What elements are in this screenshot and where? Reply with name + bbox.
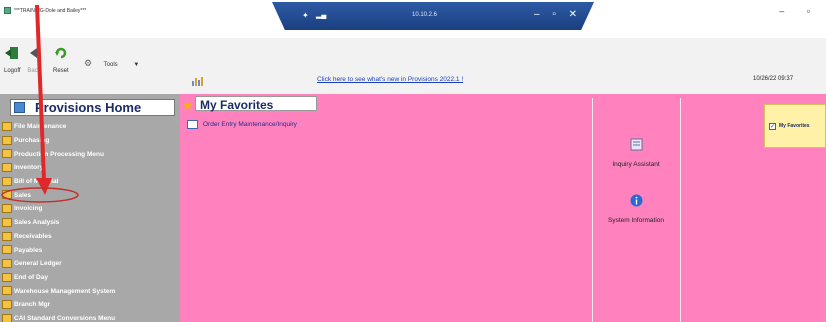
home-title: Provisions Home [35, 100, 142, 115]
sidebar-item-payables[interactable]: Payables [0, 243, 180, 257]
sidebar-item-label: Invoicing [14, 205, 43, 213]
reset-button[interactable]: Reset [53, 46, 69, 74]
folder-icon [2, 258, 12, 268]
sidebar-item-receivables[interactable]: Receivables [0, 230, 180, 244]
date-time: 10/26/22 09:37 [753, 76, 794, 82]
inquiry-assistant-button[interactable]: Inquiry Assistant [596, 138, 676, 168]
sidebar-item-label: Receivables [14, 232, 52, 240]
my-favorites-toggle[interactable]: ✓ My Favorites [764, 104, 826, 148]
inquiry-icon [630, 138, 642, 151]
inquiry-assistant-label: Inquiry Assistant [612, 161, 660, 168]
sidebar-item-label: File Maintenance [14, 123, 67, 131]
divider [592, 98, 593, 322]
pin-icon[interactable]: ✦ [302, 11, 309, 20]
tools-label: Tools [103, 62, 118, 68]
sidebar-item-production[interactable]: Production Processing Menu [0, 147, 180, 161]
folder-icon [2, 135, 12, 145]
sidebar-item-file-maintenance[interactable]: File Maintenance [0, 120, 180, 134]
sidebar-item-label: Sales [14, 191, 31, 199]
logoff-icon [5, 47, 19, 59]
remote-address: 10.10.2.6 [412, 12, 438, 18]
sidebar-item-label: Inventory [14, 164, 44, 172]
sidebar-item-label: Production Processing Menu [14, 150, 104, 158]
sidebar-item-label: CAI Standard Conversions Menu [14, 314, 116, 322]
sidebar-item-warehouse[interactable]: Warehouse Management System [0, 284, 180, 298]
folder-icon [2, 163, 12, 173]
remote-window-controls[interactable]: – ▫ ✕ [534, 9, 582, 20]
sidebar-item-sales[interactable]: Sales [0, 188, 180, 202]
gear-icon: ⚙ [84, 58, 93, 68]
signal-icon: ▂▄ [316, 12, 327, 19]
back-arrow-icon [30, 48, 37, 58]
remote-desktop-bar[interactable]: ✦ ▂▄ 10.10.2.6 – ▫ ✕ [272, 2, 594, 30]
folder-icon [2, 149, 12, 159]
info-icon [630, 194, 642, 207]
back-label: Back [27, 68, 41, 74]
sidebar-item-label: Purchasing [14, 137, 50, 145]
sidebar-item-sales-analysis[interactable]: Sales Analysis [0, 216, 180, 230]
window-title: ***TRAINING-Dole and Bailey*** [14, 8, 87, 14]
sidebar-item-label: Warehouse Management System [14, 287, 116, 295]
nav-list: File Maintenance Purchasing Production P… [0, 120, 180, 322]
favorite-item-label: Order Entry Maintenance/Inquiry [203, 121, 297, 128]
reset-label: Reset [53, 68, 69, 74]
sidebar-item-cai-conversions[interactable]: CAI Standard Conversions Menu [0, 312, 180, 322]
sidebar-item-inventory[interactable]: Inventory [0, 161, 180, 175]
folder-icon [2, 313, 12, 322]
tools-menu[interactable]: ⚙ Tools ▼ [84, 58, 139, 69]
home-icon [14, 102, 25, 113]
favorites-title: My Favorites [200, 98, 274, 112]
folder-icon [2, 190, 12, 200]
logoff-label: Logoff [4, 68, 21, 74]
sidebar-item-label: Bill of Material [14, 178, 59, 186]
folder-icon [2, 245, 12, 255]
sidebar-item-general-ledger[interactable]: General Ledger [0, 257, 180, 271]
refresh-icon [54, 47, 67, 59]
sidebar-item-purchasing[interactable]: Purchasing [0, 134, 180, 148]
toolbar: Logoff Back Reset ⚙ Tools ▼ Click here t… [0, 38, 826, 94]
sidebar-item-branch-mgr[interactable]: Branch Mgr [0, 298, 180, 312]
back-button[interactable]: Back [27, 46, 41, 74]
logoff-button[interactable]: Logoff [4, 46, 21, 74]
sidebar-item-end-of-day[interactable]: End of Day [0, 271, 180, 285]
folder-icon [2, 204, 12, 214]
sidebar-item-invoicing[interactable]: Invoicing [0, 202, 180, 216]
main-panel: ★ My Favorites Order Entry Maintenance/I… [180, 94, 826, 322]
folder-icon [2, 299, 12, 309]
home-header[interactable]: Provisions Home [10, 99, 175, 116]
sidebar-item-label: End of Day [14, 273, 48, 281]
app-icon [4, 7, 11, 14]
folder-icon [2, 272, 12, 282]
system-information-button[interactable]: System Information [596, 194, 676, 224]
folder-icon [2, 231, 12, 241]
divider [680, 98, 681, 322]
sidebar-item-label: Branch Mgr [14, 301, 51, 309]
system-information-label: System Information [608, 217, 664, 224]
favorites-checkbox[interactable]: ✓ [769, 123, 776, 130]
folder-icon [2, 176, 12, 186]
folder-icon [2, 122, 12, 131]
favorite-item[interactable]: Order Entry Maintenance/Inquiry [187, 120, 297, 129]
sidebar-item-bill-of-material[interactable]: Bill of Material [0, 175, 180, 189]
sidebar-item-label: Sales Analysis [14, 219, 60, 227]
form-icon [187, 120, 198, 129]
favorites-header: ★ My Favorites [182, 96, 317, 113]
window-controls[interactable]: – ▫ [779, 6, 820, 16]
folder-icon [2, 286, 12, 296]
chart-icon[interactable] [191, 76, 205, 86]
sidebar: Provisions Home File Maintenance Purchas… [0, 94, 180, 322]
sidebar-item-label: General Ledger [14, 260, 62, 268]
star-icon: ★ [182, 98, 194, 113]
my-favorites-toggle-label: My Favorites [779, 123, 810, 129]
whats-new-link[interactable]: Click here to see what's new in Provisio… [317, 76, 463, 83]
chevron-down-icon: ▼ [133, 62, 140, 68]
window-titlebar: ***TRAINING-Dole and Bailey*** ✦ ▂▄ 10.1… [0, 0, 826, 38]
folder-icon [2, 217, 12, 227]
sidebar-item-label: Payables [14, 246, 43, 254]
